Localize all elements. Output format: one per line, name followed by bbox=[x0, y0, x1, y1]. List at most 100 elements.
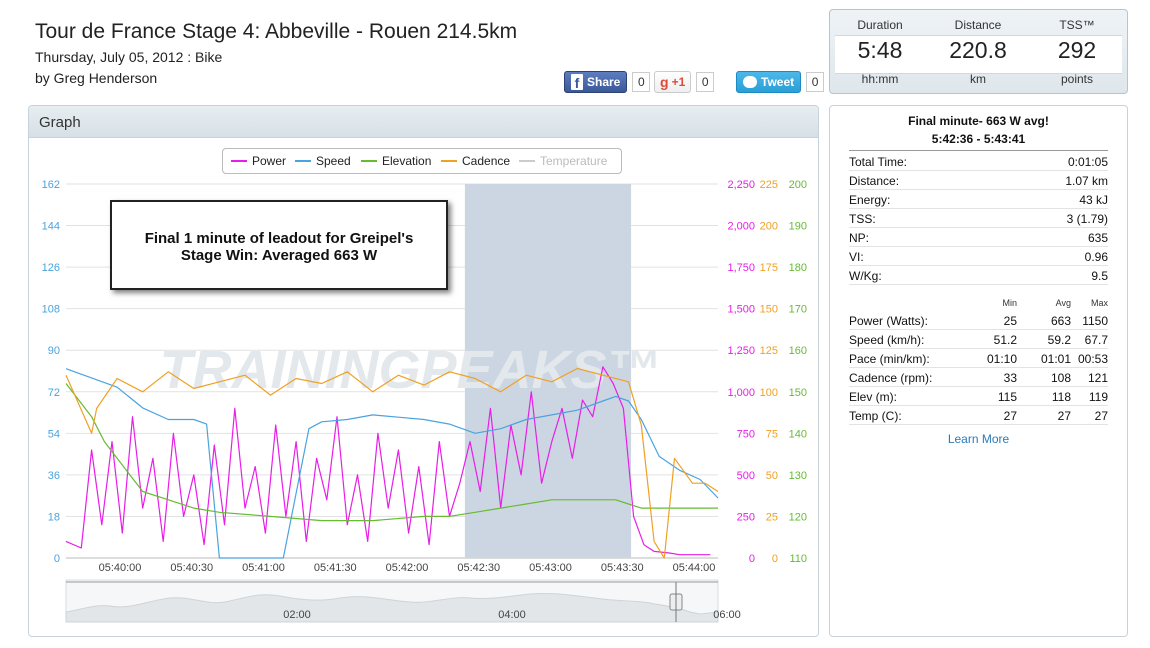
y-tick-label-power: 1,500 bbox=[727, 304, 755, 316]
y-tick-label-speed: 126 bbox=[42, 262, 60, 274]
y-tick-label-speed: 18 bbox=[48, 511, 60, 523]
y-tick-label-power: 1,750 bbox=[727, 262, 755, 274]
y-tick-label-elevation: 150 bbox=[789, 387, 807, 399]
stats-row-total-time: Total Time: 0:01:05 bbox=[849, 152, 1108, 171]
y-tick-label-cadence: 125 bbox=[760, 345, 778, 357]
stat-label: Total Time: bbox=[849, 155, 908, 169]
stats-column-headers: Min Avg Max bbox=[849, 298, 1108, 310]
legend-label: Elevation bbox=[382, 154, 432, 168]
metric-max: 00:53 bbox=[1077, 352, 1108, 366]
stats-title: Final minute- 663 W avg! bbox=[908, 114, 1049, 128]
annotation-line: Final 1 minute of leadout for Greipel's bbox=[144, 230, 414, 247]
stats-row-vi: VI: 0.96 bbox=[849, 247, 1108, 266]
stats-range: 5:42:36 - 5:43:41 bbox=[931, 132, 1026, 146]
y-tick-label-power: 2,250 bbox=[727, 179, 755, 191]
metric-row-pace: Pace (min/km): 01:10 01:01 00:53 bbox=[849, 349, 1108, 368]
metric-label: Power (Watts): bbox=[849, 314, 928, 328]
y-tick-label-elevation: 200 bbox=[789, 179, 807, 191]
y-tick-label-elevation: 190 bbox=[789, 221, 807, 233]
legend-swatch bbox=[519, 160, 535, 162]
y-tick-label-cadence: 50 bbox=[766, 470, 778, 482]
y-tick-label-cadence: 100 bbox=[760, 387, 778, 399]
chart-annotation: Final 1 minute of leadout for Greipel's … bbox=[110, 200, 448, 290]
x-tick-label: 05:40:00 bbox=[99, 562, 142, 574]
metric-row-temp: Temp (C): 27 27 27 bbox=[849, 406, 1108, 425]
stats-divider bbox=[849, 150, 1108, 151]
y-tick-label-speed: 144 bbox=[42, 221, 60, 233]
y-tick-label-cadence: 0 bbox=[772, 553, 778, 565]
x-tick-label: 05:43:00 bbox=[529, 562, 572, 574]
y-tick-label-cadence: 25 bbox=[766, 511, 778, 523]
y-tick-label-speed: 36 bbox=[48, 470, 60, 482]
legend-power[interactable]: Power bbox=[231, 154, 286, 168]
metric-min: 33 bbox=[1003, 371, 1017, 385]
stat-value: 0:01:05 bbox=[1067, 155, 1108, 169]
legend-label: Power bbox=[252, 154, 287, 168]
x-tick-label: 05:41:00 bbox=[242, 562, 285, 574]
stat-value: 9.5 bbox=[1091, 269, 1108, 283]
metric-label: Cadence (rpm): bbox=[849, 371, 933, 385]
legend-cadence[interactable]: Cadence bbox=[441, 154, 510, 168]
stat-value: 3 (1.79) bbox=[1066, 212, 1108, 226]
y-tick-label-speed: 162 bbox=[42, 179, 60, 191]
col-header-avg: Avg bbox=[1055, 298, 1071, 308]
y-tick-label-speed: 90 bbox=[48, 345, 60, 357]
x-tick-label: 05:40:30 bbox=[170, 562, 213, 574]
metric-avg: 01:01 bbox=[1040, 352, 1071, 366]
stats-row-distance: Distance: 1.07 km bbox=[849, 171, 1108, 190]
metric-min: 115 bbox=[997, 390, 1017, 404]
metric-row-speed: Speed (km/h): 51.2 59.2 67.7 bbox=[849, 330, 1108, 349]
y-tick-label-cadence: 75 bbox=[766, 428, 778, 440]
y-tick-label-power: 1,250 bbox=[727, 345, 755, 357]
col-header-max: Max bbox=[1090, 298, 1108, 308]
stats-row-wkg: W/Kg: 9.5 bbox=[849, 266, 1108, 285]
y-tick-label-power: 0 bbox=[749, 553, 755, 565]
navigator-tick-label: 04:00 bbox=[498, 609, 526, 621]
stat-label: VI: bbox=[849, 250, 864, 264]
y-tick-label-speed: 108 bbox=[42, 304, 60, 316]
y-tick-label-power: 500 bbox=[737, 470, 755, 482]
metric-avg: 118 bbox=[1051, 390, 1071, 404]
annotation-line: Stage Win: Averaged 663 W bbox=[180, 247, 378, 264]
y-tick-label-power: 2,000 bbox=[727, 221, 755, 233]
y-tick-label-power: 250 bbox=[737, 511, 755, 523]
y-tick-label-speed: 72 bbox=[48, 387, 60, 399]
learn-more-link[interactable]: Learn More bbox=[830, 432, 1127, 446]
x-tick-label: 05:42:30 bbox=[457, 562, 500, 574]
stats-row-energy: Energy: 43 kJ bbox=[849, 190, 1108, 209]
stat-value: 635 bbox=[1087, 231, 1108, 245]
stats-row-np: NP: 635 bbox=[849, 228, 1108, 247]
navigator-tick-label: 02:00 bbox=[283, 609, 311, 621]
y-tick-label-cadence: 200 bbox=[760, 221, 778, 233]
y-tick-label-cadence: 150 bbox=[760, 304, 778, 316]
legend-swatch bbox=[441, 160, 457, 162]
x-tick-label: 05:42:00 bbox=[386, 562, 429, 574]
metric-max: 27 bbox=[1094, 409, 1108, 423]
legend-elevation[interactable]: Elevation bbox=[361, 154, 431, 168]
metric-avg: 108 bbox=[1050, 371, 1071, 385]
stat-label: TSS: bbox=[849, 212, 876, 226]
y-tick-label-elevation: 130 bbox=[789, 470, 807, 482]
y-tick-label-speed: 0 bbox=[54, 553, 60, 565]
metric-min: 51.2 bbox=[993, 333, 1017, 347]
legend-temperature[interactable]: Temperature bbox=[519, 154, 607, 168]
metric-row-cadence: Cadence (rpm): 33 108 121 bbox=[849, 368, 1108, 387]
navigator-tick-label: 06:00 bbox=[713, 609, 741, 621]
y-tick-label-speed: 54 bbox=[48, 428, 60, 440]
y-tick-label-cadence: 225 bbox=[760, 179, 778, 191]
metric-min: 27 bbox=[1003, 409, 1017, 423]
legend-swatch bbox=[361, 160, 377, 162]
y-tick-label-elevation: 140 bbox=[789, 428, 807, 440]
y-tick-label-cadence: 175 bbox=[760, 262, 778, 274]
legend-speed[interactable]: Speed bbox=[295, 154, 351, 168]
metric-max: 121 bbox=[1087, 371, 1108, 385]
legend-swatch bbox=[295, 160, 311, 162]
x-tick-label: 05:44:00 bbox=[673, 562, 716, 574]
metric-avg: 59.2 bbox=[1047, 333, 1071, 347]
stat-label: Energy: bbox=[849, 193, 891, 207]
y-tick-label-elevation: 160 bbox=[789, 345, 807, 357]
y-tick-label-elevation: 110 bbox=[789, 553, 807, 565]
metric-label: Pace (min/km): bbox=[849, 352, 930, 366]
selection-stats-panel: Final minute- 663 W avg! 5:42:36 - 5:43:… bbox=[829, 105, 1128, 637]
stat-label: W/Kg: bbox=[849, 269, 882, 283]
